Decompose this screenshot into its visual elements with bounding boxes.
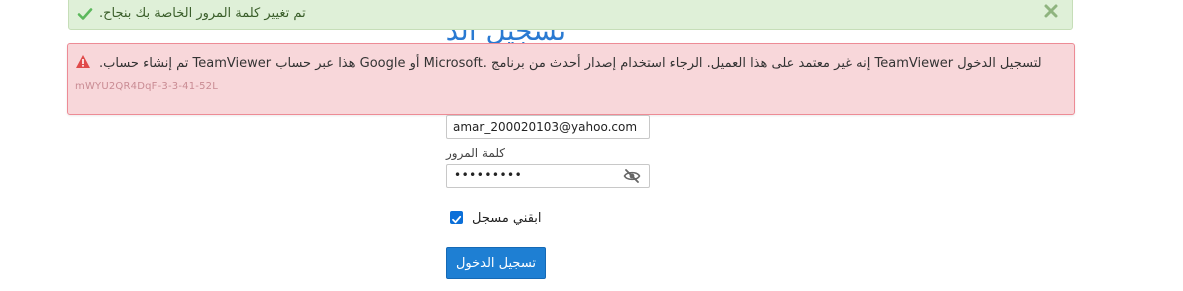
success-banner: تم تغيير كلمة المرور الخاصة بك بنجاح. [68,0,1073,30]
password-field[interactable]: ••••••••• [446,164,650,188]
email-field[interactable]: amar_200020103@yahoo.com [446,115,650,139]
error-message: لتسجيل الدخول TeamViewer إنه غير معتمد ع… [99,56,1042,71]
remember-checkbox[interactable] [450,211,463,224]
success-message: تم تغيير كلمة المرور الخاصة بك بنجاح. [99,6,306,21]
eye-slash-icon[interactable] [623,168,641,184]
close-icon[interactable] [1042,2,1060,20]
login-button[interactable]: تسجيل الدخول [446,247,546,279]
password-label: كلمة المرور [446,146,506,160]
check-icon [77,6,93,22]
error-banner: لتسجيل الدخول TeamViewer إنه غير معتمد ع… [67,43,1075,115]
email-value: amar_200020103@yahoo.com [453,120,638,134]
remember-label: ابقني مسجل [472,211,542,226]
password-mask: ••••••••• [454,168,523,182]
error-code: mWYU2QR4DqF-3-3-41-52L [75,81,218,92]
warning-icon [75,54,91,69]
login-page: تسجيل الدخول تم تغيير كلمة المرور الخاصة… [0,0,1183,291]
